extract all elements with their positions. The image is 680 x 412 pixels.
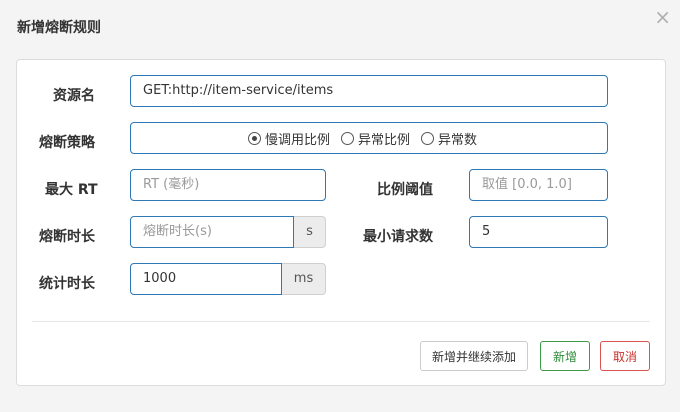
radio-error-ratio[interactable]: 异常比例 [341,129,410,148]
dialog-title: 新增熔断规则 [17,20,101,36]
rule-form-panel: 资源名 GET:http://item-service/items 熔断策略 慢… [16,59,666,386]
ratio-threshold-input[interactable]: 取值 [0.0, 1.0] [469,169,608,201]
radio-error-ratio-label: 异常比例 [358,132,411,148]
footer-divider [32,321,650,322]
cancel-button[interactable]: 取消 [600,341,650,371]
min-requests-input[interactable]: 5 [469,216,608,248]
close-icon[interactable]: × [654,4,671,30]
break-duration-unit: s [294,216,326,248]
stat-duration-unit: ms [282,263,326,295]
strategy-radio-group: 慢调用比例 异常比例 异常数 [248,123,488,153]
radio-error-count[interactable]: 异常数 [421,129,477,148]
radio-error-count-label: 异常数 [438,132,478,148]
radio-unchecked-icon [421,131,435,145]
min-requests-label: 最小请求数 [363,229,433,245]
strategy-label: 熔断策略 [39,135,95,151]
resource-input[interactable]: GET:http://item-service/items [130,75,608,107]
resource-label: 资源名 [53,88,95,104]
ratio-threshold-label: 比例阈值 [377,182,433,198]
strategy-radio-box: 慢调用比例 异常比例 异常数 [130,122,608,154]
radio-checked-icon [248,131,261,145]
add-and-continue-button[interactable]: 新增并继续添加 [420,341,528,371]
stat-duration-input[interactable]: 1000 [130,263,282,295]
max-rt-input[interactable]: RT (毫秒) [130,169,326,201]
max-rt-label: 最大 RT [45,182,98,198]
radio-unchecked-icon [341,131,355,145]
radio-slow-ratio[interactable]: 慢调用比例 [248,129,330,148]
break-duration-input[interactable]: 熔断时长(s) [130,216,294,248]
radio-slow-ratio-label: 慢调用比例 [265,132,331,148]
break-duration-label: 熔断时长 [39,229,95,245]
add-button[interactable]: 新增 [540,341,590,371]
stat-duration-label: 统计时长 [39,276,95,292]
